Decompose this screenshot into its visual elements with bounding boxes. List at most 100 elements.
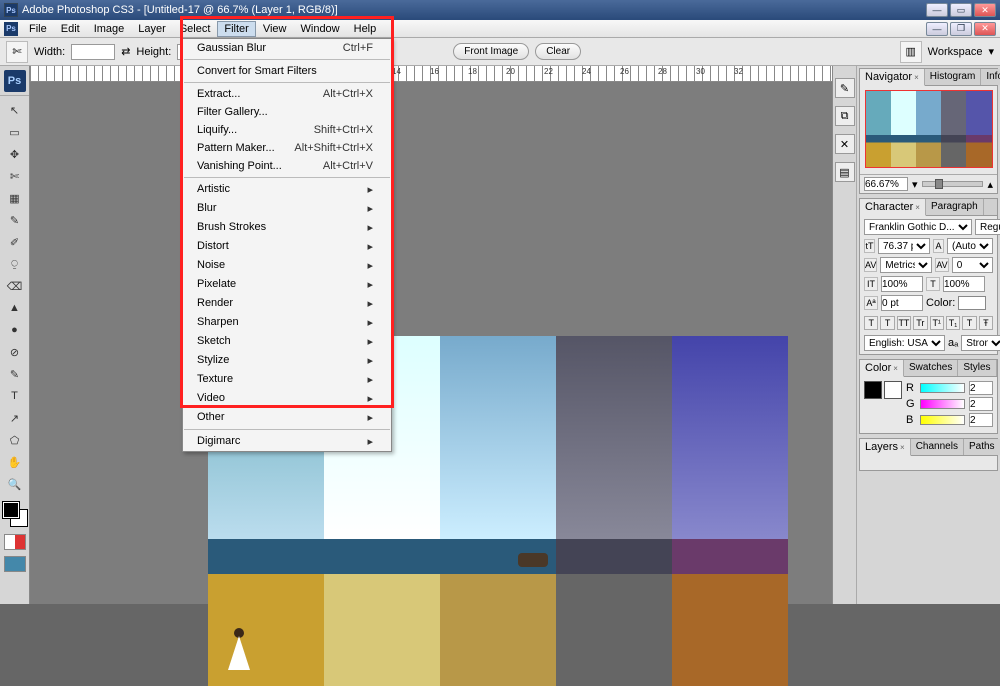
menu-image[interactable]: Image bbox=[87, 21, 132, 37]
g-slider[interactable] bbox=[920, 399, 965, 409]
width-input[interactable] bbox=[71, 44, 115, 60]
tab-info[interactable]: Info bbox=[981, 69, 1000, 85]
tool-2[interactable]: ✥ bbox=[4, 144, 26, 164]
menu-view[interactable]: View bbox=[256, 21, 294, 37]
clone-panel-icon[interactable]: ⧉ bbox=[835, 106, 855, 126]
workspace-label[interactable]: Workspace bbox=[928, 46, 983, 58]
menuitem-gaussian-blur[interactable]: Gaussian BlurCtrl+F bbox=[183, 39, 391, 57]
tracking[interactable]: 0 bbox=[952, 257, 993, 273]
tool-11[interactable]: ⊘ bbox=[4, 342, 26, 362]
tab-paragraph[interactable]: Paragraph bbox=[926, 199, 984, 215]
tool-3[interactable]: ✄ bbox=[4, 166, 26, 186]
menu-help[interactable]: Help bbox=[347, 21, 384, 37]
font-weight-select[interactable]: Regular bbox=[975, 219, 1000, 235]
menuitem-texture[interactable]: Texture▸ bbox=[183, 370, 391, 389]
tab-navigator[interactable]: Navigator× bbox=[860, 69, 925, 86]
menu-edit[interactable]: Edit bbox=[54, 21, 87, 37]
r-slider[interactable] bbox=[920, 383, 965, 393]
navigator-preview[interactable] bbox=[860, 86, 997, 174]
tool-12[interactable]: ✎ bbox=[4, 364, 26, 384]
menuitem-brush-strokes[interactable]: Brush Strokes▸ bbox=[183, 218, 391, 237]
vscale[interactable] bbox=[881, 276, 923, 292]
dock-icon[interactable]: ▥ bbox=[900, 41, 922, 63]
menuitem-extract-[interactable]: Extract...Alt+Ctrl+X bbox=[183, 85, 391, 103]
lang-select[interactable]: English: USA bbox=[864, 335, 945, 351]
text-style-btn-6[interactable]: T bbox=[962, 316, 976, 330]
menuitem-pattern-maker-[interactable]: Pattern Maker...Alt+Shift+Ctrl+X bbox=[183, 139, 391, 157]
hscale[interactable] bbox=[943, 276, 985, 292]
tool-10[interactable]: ● bbox=[4, 320, 26, 340]
menu-layer[interactable]: Layer bbox=[131, 21, 173, 37]
fg-swatch[interactable] bbox=[864, 381, 882, 399]
tool-8[interactable]: ⌫ bbox=[4, 276, 26, 296]
color-swatch[interactable] bbox=[3, 502, 27, 526]
zoom-input[interactable] bbox=[864, 177, 908, 191]
zoom-slider[interactable] bbox=[922, 181, 984, 187]
tab-character[interactable]: Character× bbox=[860, 199, 926, 216]
menuitem-blur[interactable]: Blur▸ bbox=[183, 199, 391, 218]
tool-7[interactable]: ⍜ bbox=[4, 254, 26, 274]
tab-swatches[interactable]: Swatches bbox=[904, 360, 958, 376]
text-style-btn-7[interactable]: Ŧ bbox=[979, 316, 993, 330]
menu-select[interactable]: Select bbox=[173, 21, 218, 37]
text-style-btn-5[interactable]: T₁ bbox=[946, 316, 960, 330]
tool-13[interactable]: T bbox=[4, 386, 26, 406]
kerning[interactable]: Metrics bbox=[880, 257, 932, 273]
menuitem-filter-gallery-[interactable]: Filter Gallery... bbox=[183, 103, 391, 121]
tab-color[interactable]: Color× bbox=[860, 360, 904, 377]
doc-minimize-button[interactable]: — bbox=[926, 22, 948, 36]
menuitem-distort[interactable]: Distort▸ bbox=[183, 237, 391, 256]
front-image-button[interactable]: Front Image bbox=[453, 43, 529, 60]
tool-presets-icon[interactable]: ✕ bbox=[835, 134, 855, 154]
menuitem-video[interactable]: Video▸ bbox=[183, 389, 391, 408]
menuitem-convert-for-smart-filters[interactable]: Convert for Smart Filters bbox=[183, 62, 391, 80]
screenmode-button[interactable] bbox=[4, 556, 26, 572]
r-value[interactable] bbox=[969, 381, 993, 395]
tool-0[interactable]: ↖ bbox=[4, 100, 26, 120]
swap-icon[interactable]: ⇄ bbox=[121, 45, 130, 58]
layercomp-icon[interactable]: ▤ bbox=[835, 162, 855, 182]
menuitem-vanishing-point-[interactable]: Vanishing Point...Alt+Ctrl+V bbox=[183, 157, 391, 175]
tool-17[interactable]: 🔍 bbox=[4, 474, 26, 494]
menu-filter[interactable]: Filter bbox=[217, 21, 255, 37]
font-select[interactable]: Franklin Gothic D... bbox=[864, 219, 972, 235]
doc-restore-button[interactable]: ❐ bbox=[950, 22, 972, 36]
quickmask-toggle[interactable] bbox=[4, 534, 26, 550]
tab-paths[interactable]: Paths bbox=[964, 439, 1000, 455]
tab-layers[interactable]: Layers× bbox=[860, 439, 911, 456]
text-style-btn-3[interactable]: Tr bbox=[913, 316, 927, 330]
font-size[interactable]: 76.37 pt bbox=[878, 238, 930, 254]
b-value[interactable] bbox=[969, 413, 993, 427]
menuitem-noise[interactable]: Noise▸ bbox=[183, 256, 391, 275]
text-style-btn-0[interactable]: T bbox=[864, 316, 878, 330]
tool-1[interactable]: ▭ bbox=[4, 122, 26, 142]
menuitem-pixelate[interactable]: Pixelate▸ bbox=[183, 275, 391, 294]
leading[interactable]: (Auto) bbox=[947, 238, 993, 254]
text-style-btn-1[interactable]: T bbox=[880, 316, 894, 330]
close-button[interactable]: ✕ bbox=[974, 3, 996, 17]
menuitem-stylize[interactable]: Stylize▸ bbox=[183, 351, 391, 370]
minimize-button[interactable]: — bbox=[926, 3, 948, 17]
b-slider[interactable] bbox=[920, 415, 965, 425]
doc-close-button[interactable]: ✕ bbox=[974, 22, 996, 36]
tool-5[interactable]: ✎ bbox=[4, 210, 26, 230]
crop-tool-icon[interactable]: ✄ bbox=[6, 41, 28, 63]
zoom-out-icon[interactable]: ▾ bbox=[912, 178, 918, 191]
aa-select[interactable]: Strong bbox=[961, 335, 1000, 351]
tool-9[interactable]: ▲ bbox=[4, 298, 26, 318]
text-style-btn-2[interactable]: TT bbox=[897, 316, 911, 330]
tool-14[interactable]: ↗ bbox=[4, 408, 26, 428]
tool-16[interactable]: ✋ bbox=[4, 452, 26, 472]
menuitem-sharpen[interactable]: Sharpen▸ bbox=[183, 313, 391, 332]
text-color-swatch[interactable] bbox=[958, 296, 986, 310]
menu-file[interactable]: File bbox=[22, 21, 54, 37]
tool-6[interactable]: ✐ bbox=[4, 232, 26, 252]
canvas-area[interactable] bbox=[30, 82, 832, 604]
brush-panel-icon[interactable]: ✎ bbox=[835, 78, 855, 98]
menuitem-digimarc[interactable]: Digimarc▸ bbox=[183, 432, 391, 451]
tab-channels[interactable]: Channels bbox=[911, 439, 964, 455]
text-style-btn-4[interactable]: T¹ bbox=[930, 316, 944, 330]
zoom-in-icon[interactable]: ▴ bbox=[987, 178, 993, 191]
maximize-button[interactable]: ▭ bbox=[950, 3, 972, 17]
menuitem-render[interactable]: Render▸ bbox=[183, 294, 391, 313]
